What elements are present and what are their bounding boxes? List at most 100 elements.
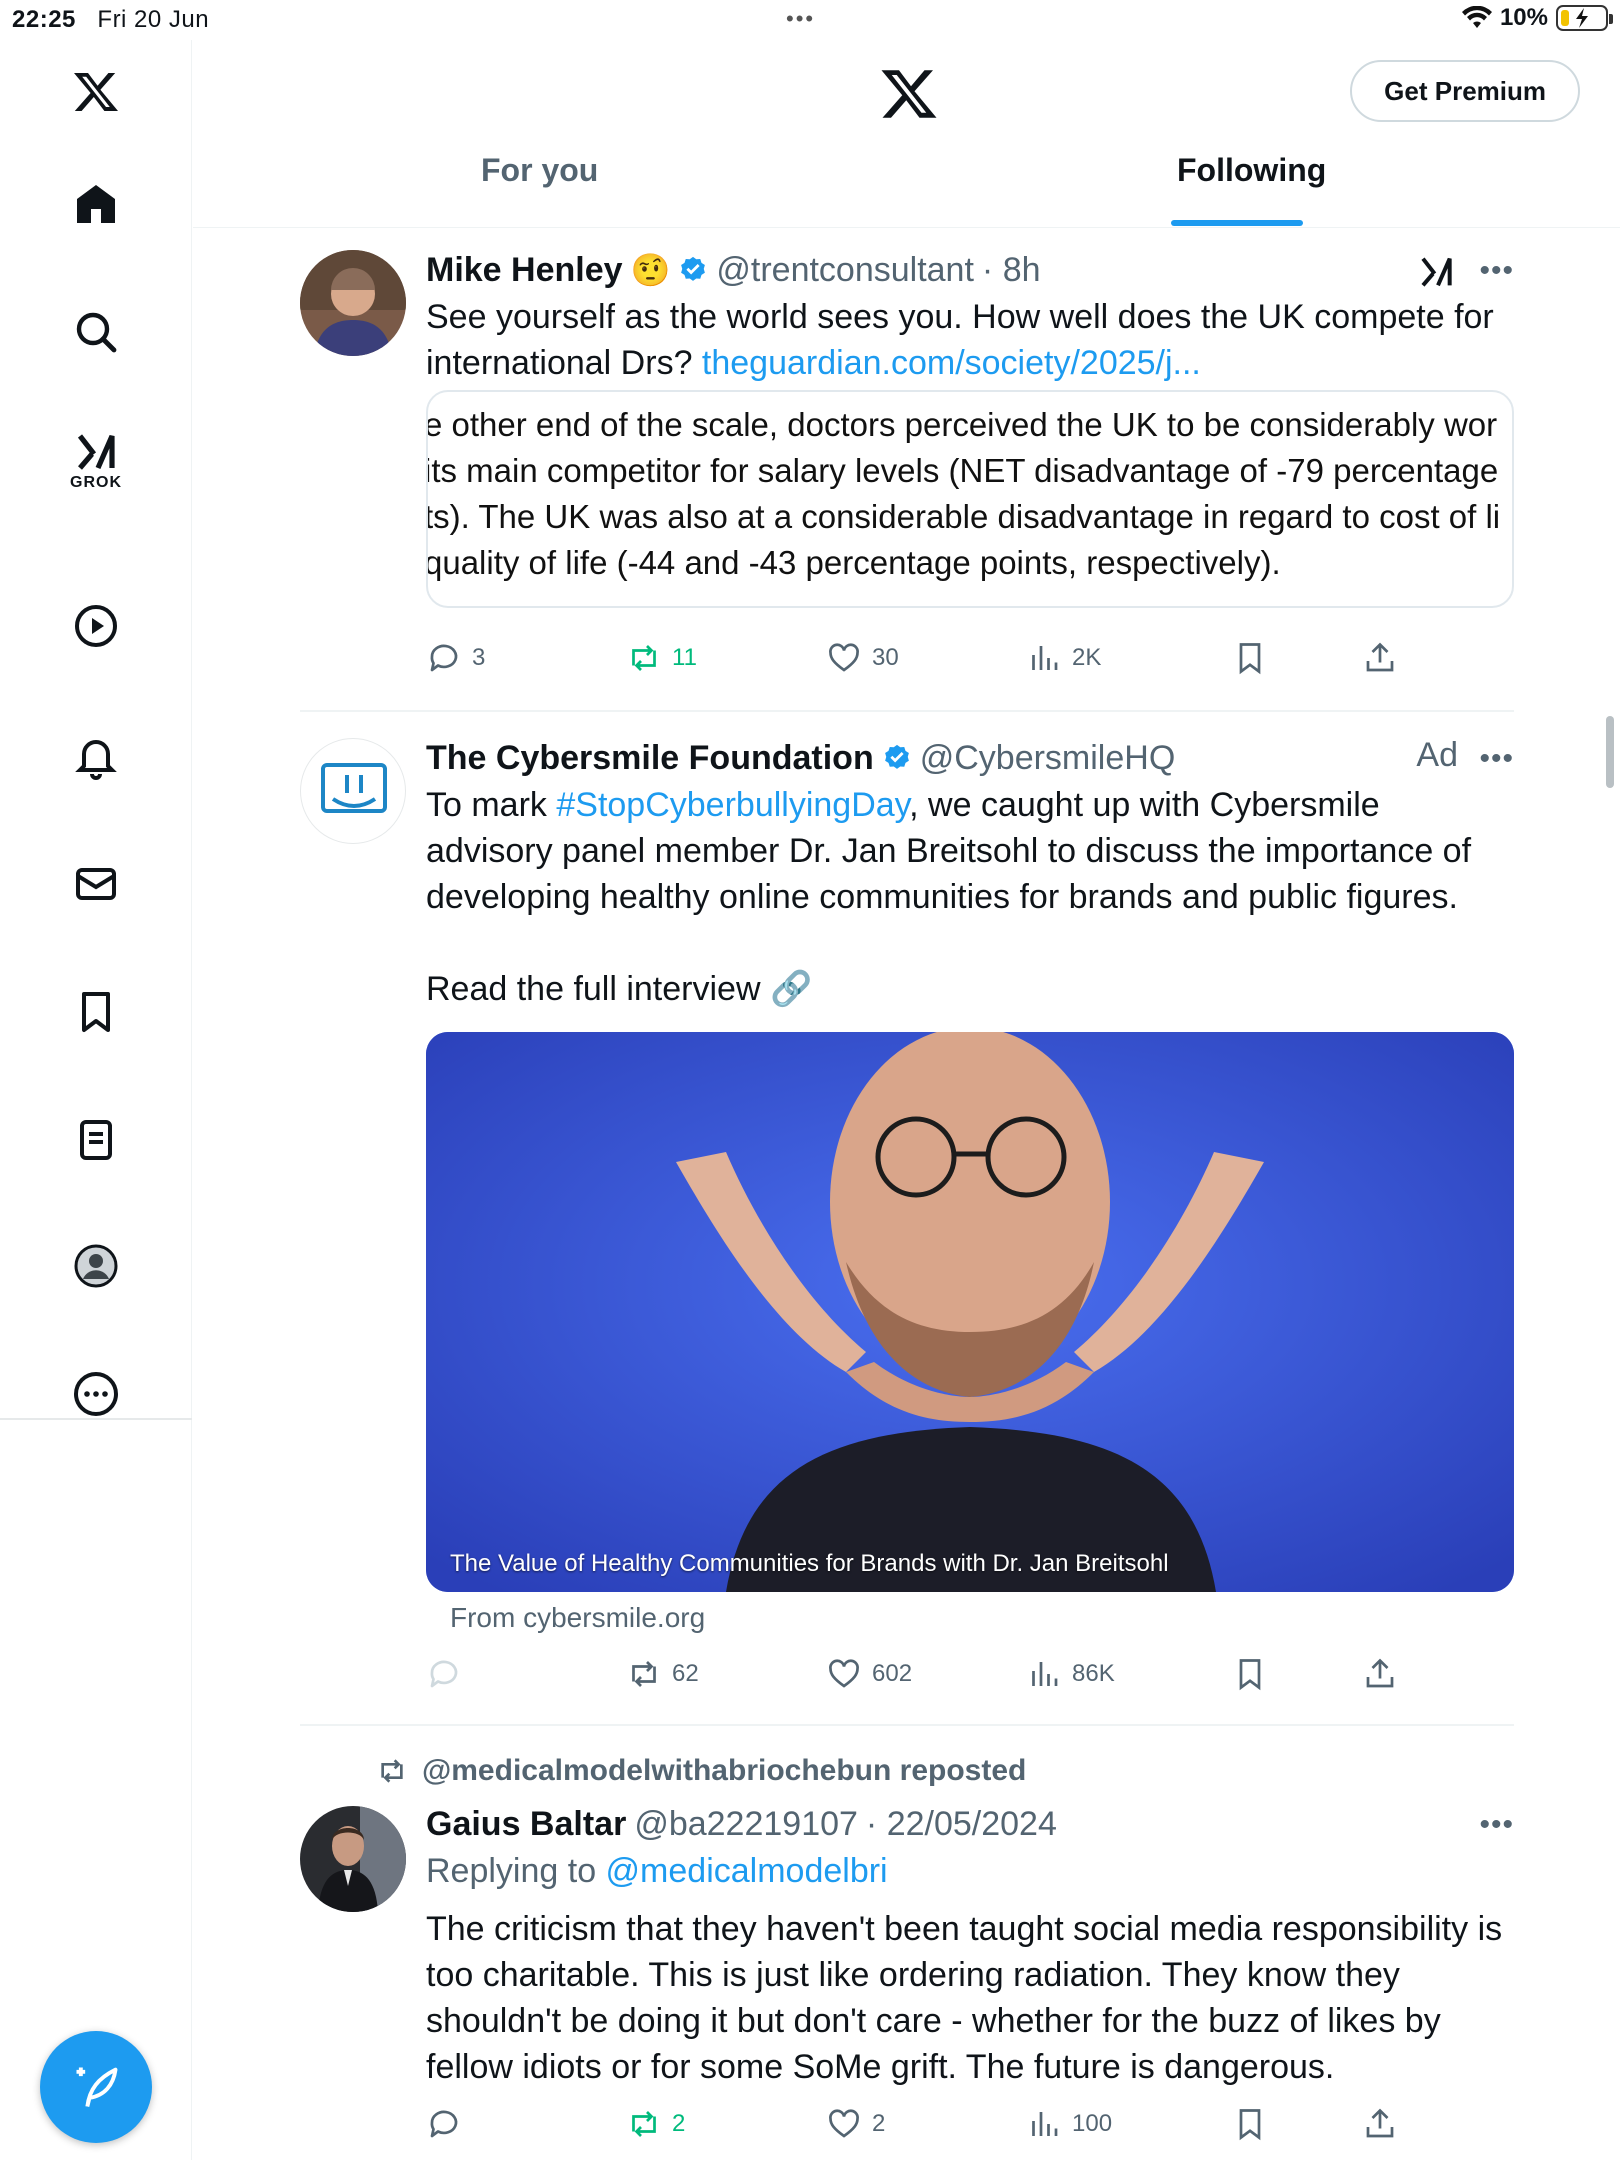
quoted-image[interactable]: e other end of the scale, doctors percei… — [426, 390, 1514, 608]
tab-active-indicator — [1171, 220, 1303, 226]
views-button[interactable]: 100 — [1026, 2106, 1112, 2142]
avatar[interactable] — [300, 250, 406, 356]
views-button[interactable]: 2K — [1026, 640, 1101, 676]
battery-percent: 10% — [1499, 4, 1548, 31]
media-caption: The Value of Healthy Communities for Bra… — [450, 1550, 1169, 1577]
sidebar-divider — [0, 1418, 192, 1420]
more-options-icon[interactable]: ••• — [1479, 254, 1514, 288]
repost-button[interactable]: 2 — [626, 2106, 685, 2142]
profile-icon[interactable] — [66, 1236, 126, 1296]
heart-icon — [829, 2109, 859, 2138]
views-icon — [1032, 646, 1058, 670]
replying-to: Replying to @medicalmodelbri — [426, 1852, 888, 1890]
bookmark-button[interactable] — [1232, 1656, 1268, 1692]
bookmark-button[interactable] — [1232, 2106, 1268, 2142]
repost-button[interactable]: 62 — [626, 1656, 699, 1692]
like-button[interactable]: 602 — [826, 1656, 912, 1692]
home-icon[interactable] — [66, 174, 126, 234]
quote-line: e other end of the scale, doctors percei… — [426, 406, 1498, 443]
views-button[interactable]: 86K — [1026, 1656, 1115, 1692]
author-name[interactable]: Mike Henley — [426, 251, 623, 290]
timeline-header: Get Premium For you Following — [193, 40, 1620, 228]
more-circle-icon[interactable] — [66, 1364, 126, 1424]
avatar[interactable] — [300, 738, 406, 844]
heart-icon — [829, 643, 859, 672]
bell-icon[interactable] — [66, 726, 126, 786]
share-button[interactable] — [1362, 2106, 1398, 2142]
battery-icon — [1556, 5, 1613, 31]
like-button[interactable]: 30 — [826, 640, 899, 676]
share-button[interactable] — [1362, 1656, 1398, 1692]
replying-handle[interactable]: @medicalmodelbri — [606, 1852, 888, 1890]
tab-for-you[interactable]: For you — [481, 152, 598, 228]
author-name[interactable]: The Cybersmile Foundation — [426, 739, 874, 778]
emoji: 🤨 — [630, 252, 671, 288]
repost-button[interactable]: 11 — [626, 640, 697, 676]
quote-line: its main competitor for salary levels (N… — [426, 452, 1499, 489]
multitasking-dots[interactable]: ••• — [786, 6, 815, 32]
grok-label: GROK — [70, 474, 122, 491]
bookmark-icon[interactable] — [66, 982, 126, 1042]
get-premium-button[interactable]: Get Premium — [1350, 60, 1580, 122]
status-right: 10% — [1461, 4, 1613, 32]
quote-line: quality of life (-44 and -43 percentage … — [426, 544, 1281, 581]
repost-attribution[interactable]: @medicalmodelwithabriochebun reposted — [376, 1754, 1026, 1788]
like-count: 602 — [872, 1660, 913, 1687]
x-logo-icon[interactable] — [879, 64, 939, 124]
post-divider — [300, 1724, 1514, 1726]
heart-icon — [829, 1659, 859, 1688]
post-time[interactable]: · 22/05/2024 — [866, 1805, 1057, 1844]
verified-badge-icon — [884, 744, 909, 769]
repost-icon — [381, 1759, 403, 1783]
post-time[interactable]: · 8h — [982, 251, 1041, 290]
post-link[interactable]: theguardian.com/society/2025/j... — [702, 344, 1201, 382]
action-bar: 2 2 100 — [426, 2106, 1426, 2146]
author-name[interactable]: Gaius Baltar — [426, 1805, 626, 1844]
tab-following[interactable]: Following — [1177, 152, 1326, 228]
play-icon[interactable] — [66, 596, 126, 656]
quote-line: ts). The UK was also at a considerable d… — [426, 498, 1501, 535]
ad-media-image[interactable]: The Value of Healthy Communities for Bra… — [426, 1032, 1514, 1592]
status-time: 22:25 Fri 20 Jun — [12, 6, 210, 33]
post-mike-henley[interactable]: Mike Henley 🤨 @trentconsultant · 8h ••• … — [300, 248, 1514, 688]
repost-count: 11 — [672, 644, 697, 671]
bookmark-button[interactable] — [1232, 640, 1268, 676]
share-icon — [1366, 2108, 1394, 2138]
hashtag-link[interactable]: #StopCyberbullyingDay — [556, 786, 909, 824]
more-options-icon[interactable]: ••• — [1479, 742, 1514, 776]
bookmark-icon — [1239, 1659, 1261, 1691]
post-text: The criticism that they haven't been tau… — [426, 1910, 1503, 2086]
list-icon[interactable] — [66, 1110, 126, 1170]
reply-icon — [430, 1660, 458, 1688]
action-bar: 3 11 30 2K — [426, 640, 1426, 680]
mail-icon[interactable] — [66, 854, 126, 914]
compose-button[interactable] — [40, 2031, 152, 2143]
avatar[interactable] — [300, 1806, 406, 1912]
reply-button[interactable] — [426, 2106, 472, 2142]
like-count: 30 — [872, 644, 899, 671]
post-gaius-baltar[interactable]: @medicalmodelwithabriochebun reposted Ga… — [300, 1754, 1514, 2160]
author-handle[interactable]: @ba22219107 — [634, 1805, 858, 1844]
like-button[interactable]: 2 — [826, 2106, 885, 2142]
author-handle[interactable]: @CybersmileHQ — [920, 739, 1176, 778]
repost-by[interactable]: @medicalmodelwithabriochebun reposted — [422, 1754, 1026, 1788]
views-icon — [1032, 2112, 1058, 2136]
scrollbar[interactable] — [1606, 716, 1614, 788]
post-text: To mark #StopCyberbullyingDay, we caught… — [426, 786, 1472, 916]
status-bar: 22:25 Fri 20 Jun ••• 10% — [0, 0, 1620, 40]
reply-count: 3 — [472, 644, 486, 671]
reply-button[interactable] — [426, 1656, 472, 1692]
repost-icon — [632, 645, 656, 671]
x-logo-icon[interactable] — [66, 62, 126, 122]
share-button[interactable] — [1362, 640, 1398, 676]
more-options-icon[interactable]: ••• — [1479, 1808, 1514, 1842]
author-handle[interactable]: @trentconsultant — [716, 251, 974, 290]
media-source[interactable]: From cybersmile.org — [450, 1602, 705, 1634]
grok-explain-icon[interactable] — [1418, 252, 1458, 292]
reply-button[interactable]: 3 — [426, 640, 485, 676]
grok-icon[interactable] — [66, 422, 126, 482]
search-icon[interactable] — [66, 302, 126, 362]
post-cybersmile-ad[interactable]: The Cybersmile Foundation @CybersmileHQ … — [300, 736, 1514, 1716]
share-icon — [1366, 1658, 1394, 1688]
post-divider — [300, 710, 1514, 712]
